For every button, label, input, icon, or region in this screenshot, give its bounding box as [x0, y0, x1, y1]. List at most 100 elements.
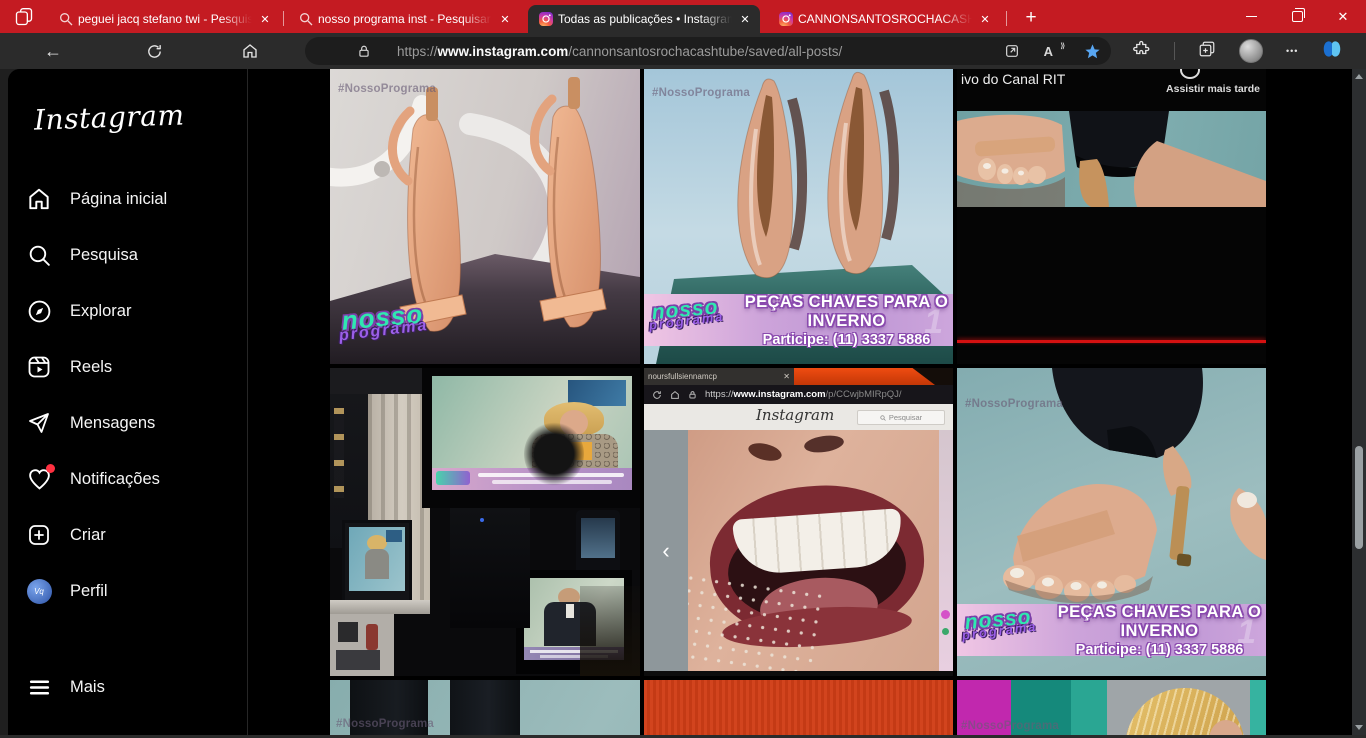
post-nude-heel-on-foot[interactable]: #NossoPrograma PEÇAS CHAVES PARA O I: [957, 368, 1266, 676]
copilot-icon[interactable]: [1321, 38, 1343, 65]
close-icon: ✕: [1338, 9, 1349, 25]
post-instagram-screenshot[interactable]: noursfullsiennamcp ✕ https://www.instagr…: [644, 368, 953, 676]
foreground-shadow: [580, 586, 640, 676]
refresh-button[interactable]: [146, 43, 163, 60]
sidebar-label: Perfil: [70, 582, 108, 601]
tab-title: peguei jacq stefano twi - Pesquis: [78, 12, 252, 26]
nostril: [803, 433, 845, 454]
watch-later-icon: [1180, 69, 1200, 79]
sidebar-item-explore[interactable]: Explorar: [8, 283, 247, 339]
post-nude-sandals-display[interactable]: #NossoPrograma: [330, 69, 640, 364]
tab-instagram-profile[interactable]: CANNONSANTOSROCHACASHT ✕: [768, 5, 1000, 33]
sidebar-item-more[interactable]: Mais: [8, 659, 247, 715]
video-frame: [957, 111, 1266, 207]
tab-search-2[interactable]: nosso programa inst - Pesquisar ✕: [288, 5, 520, 33]
sidebar-label: Página inicial: [70, 190, 167, 209]
video-progress-bar[interactable]: [957, 340, 1266, 343]
menu-icon: [26, 674, 52, 700]
collections-icon[interactable]: [1198, 40, 1216, 63]
heart-icon: [26, 466, 52, 492]
cabinet-slot: [338, 622, 358, 642]
watch-later-label[interactable]: Assistir mais tarde: [1166, 83, 1260, 95]
scrollbar-thumb[interactable]: [1355, 446, 1363, 549]
scroll-up-arrow[interactable]: [1355, 74, 1363, 79]
window-close-button[interactable]: ✕: [1320, 0, 1366, 33]
sidebar-item-notifications[interactable]: Notificações: [8, 451, 247, 507]
pink-dot: [941, 610, 950, 619]
search-box: Pesquisar: [857, 410, 945, 425]
nosso-programa-logo: nosso programa: [964, 608, 1038, 639]
previous-arrow-icon: ‹: [662, 538, 669, 564]
scroll-down-arrow[interactable]: [1355, 725, 1363, 730]
favorite-star-icon[interactable]: [1084, 43, 1101, 60]
settings-more-icon[interactable]: •••: [1286, 46, 1298, 56]
profile-avatar[interactable]: [1239, 39, 1263, 63]
small-tv-screen: [349, 527, 405, 591]
sidebar-item-profile[interactable]: Vq Perfil: [8, 563, 247, 619]
sidebar-label: Mensagens: [70, 414, 155, 433]
post-blonde-striped-set[interactable]: #NossoPrograma: [957, 680, 1266, 735]
teal-edge: [1250, 680, 1266, 735]
read-aloud-icon[interactable]: A: [1044, 44, 1060, 59]
figure-body: [365, 549, 389, 579]
new-tab-button[interactable]: +: [1018, 5, 1044, 31]
sidebar-label: Criar: [70, 526, 106, 545]
sidebar-item-home[interactable]: Página inicial: [8, 171, 247, 227]
big-tv: [422, 368, 640, 508]
screenshot-bottom-strip: [644, 671, 953, 676]
home-button[interactable]: [241, 42, 259, 60]
tv-channel-watermark: 1: [924, 303, 943, 342]
sidebar-item-messages[interactable]: Mensagens: [8, 395, 247, 451]
post-youtube-video[interactable]: ivo do Canal RIT Assistir mais tarde: [957, 69, 1266, 364]
window-minimize-button[interactable]: [1228, 0, 1274, 33]
extensions-icon[interactable]: [1133, 40, 1151, 63]
screenshot-left-gutter: ‹: [644, 430, 688, 671]
equipment-dark: [450, 508, 530, 628]
post-tv-room[interactable]: [330, 368, 640, 676]
tab-title: Todas as publicações • Instagram: [558, 12, 732, 26]
profile-avatar-icon: Vq: [26, 578, 52, 604]
url-text[interactable]: https://www.instagram.com/cannonsantosro…: [397, 44, 980, 59]
instagram-logo[interactable]: Instagram: [33, 98, 185, 136]
toolbar-separator: [1174, 42, 1175, 60]
sidebar-item-reels[interactable]: Reels: [8, 339, 247, 395]
shelf-lights: [334, 408, 344, 498]
browser-toolbar: ← https://www.instagram.com/cannonsantos…: [0, 33, 1366, 69]
teal-stripe-light: [1071, 680, 1107, 735]
instagram-logo: Instagram: [756, 406, 834, 424]
post-legs-partial[interactable]: #NossoPrograma: [330, 680, 640, 735]
screenshot-browser-tab: noursfullsiennamcp ✕: [644, 368, 794, 385]
search-icon: [26, 242, 52, 268]
lock-icon[interactable]: [357, 44, 371, 59]
tab-close-icon[interactable]: ✕: [256, 10, 274, 28]
man-shirt: [566, 604, 574, 618]
page-scrollbar[interactable]: [1352, 69, 1366, 735]
url-protocol: https://: [397, 44, 438, 59]
reels-icon: [26, 354, 52, 380]
window-restore-button[interactable]: [1274, 0, 1320, 33]
tab-divider: [1006, 11, 1007, 26]
search-icon: [880, 415, 886, 421]
sidebar-item-create[interactable]: Criar: [8, 507, 247, 563]
sidebar-label: Mais: [70, 678, 105, 697]
back-button[interactable]: ←: [44, 41, 62, 62]
post-orange-frame[interactable]: [644, 680, 953, 735]
nosso-programa-logo: nosso programa: [651, 298, 725, 329]
tab-search-1[interactable]: peguei jacq stefano twi - Pesquis ✕: [48, 5, 280, 33]
tab-title: nosso programa inst - Pesquisar: [318, 12, 492, 26]
tab-close-icon[interactable]: ✕: [736, 10, 754, 28]
sidebar-label: Reels: [70, 358, 112, 377]
tab-close-icon[interactable]: ✕: [496, 10, 514, 28]
banner-line-2: Participe: (11) 3337 5886: [1053, 642, 1266, 658]
tv-channel-watermark: 1: [1237, 613, 1256, 652]
split-screen-icon[interactable]: [1004, 43, 1020, 59]
post-nude-pumps-display[interactable]: #NossoPrograma PEÇAS CHAVES PARA O INVER…: [644, 69, 953, 364]
tab-instagram-active[interactable]: Todas as publicações • Instagram ✕: [528, 5, 760, 33]
sidebar-label: Explorar: [70, 302, 131, 321]
camera-silhouette: [524, 422, 584, 486]
sidebar-item-search[interactable]: Pesquisa: [8, 227, 247, 283]
tab-close-icon[interactable]: ✕: [976, 10, 994, 28]
screenshot-address-bar: https://www.instagram.com/p/CCwjbMIRpQJ/: [644, 385, 953, 404]
tab-workspaces-icon[interactable]: [14, 7, 34, 27]
address-bar[interactable]: https://www.instagram.com/cannonsantosro…: [305, 37, 1111, 65]
